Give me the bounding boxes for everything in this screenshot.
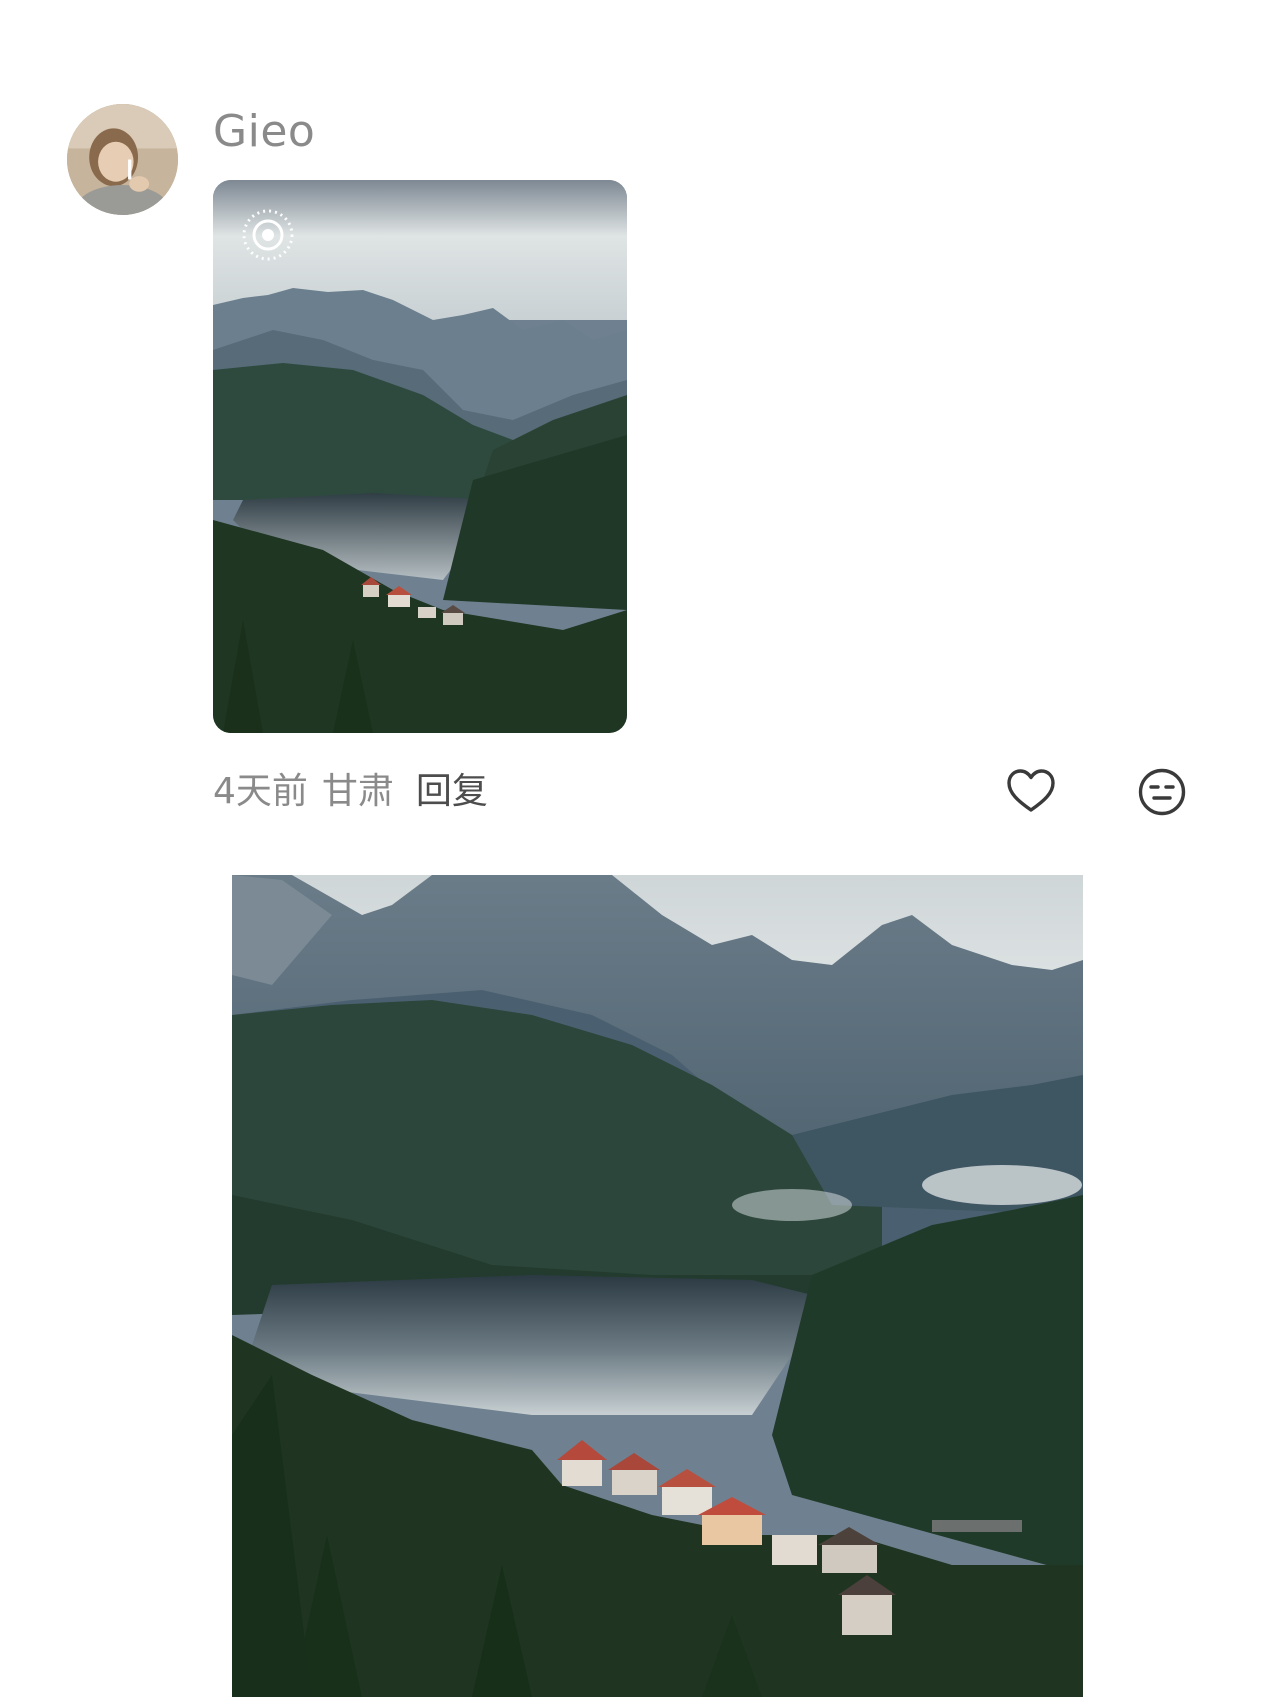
avatar[interactable]	[67, 104, 178, 215]
heart-outline-icon[interactable]	[1006, 767, 1056, 817]
enlarged-photo[interactable]	[232, 875, 1083, 1697]
comment-meta: 4天前 甘肃 回复	[213, 765, 488, 819]
comment-location: 甘肃	[321, 771, 394, 812]
comment-time: 4天前	[213, 771, 308, 812]
reply-button[interactable]: 回复	[416, 765, 488, 819]
username[interactable]: Gieo	[213, 104, 315, 160]
live-photo-icon	[240, 207, 296, 263]
neutral-face-icon[interactable]	[1137, 767, 1187, 817]
